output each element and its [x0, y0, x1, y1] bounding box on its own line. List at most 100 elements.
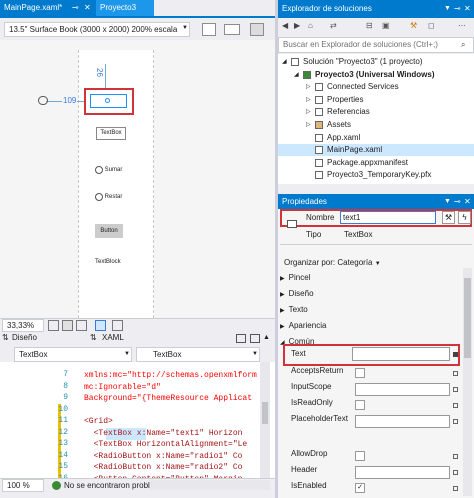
property-marker-icon[interactable]	[453, 470, 458, 475]
snap-grid-icon[interactable]	[76, 320, 87, 331]
checkbox[interactable]	[355, 368, 365, 378]
property-marker-icon[interactable]	[453, 371, 458, 376]
zoom-combo[interactable]: 33,33%	[2, 319, 44, 332]
checkbox[interactable]	[355, 400, 365, 410]
show-all-icon[interactable]: ▣	[382, 21, 390, 30]
code-line[interactable]: <TextBox x:Name="text1" Horizon	[84, 427, 243, 440]
tree-item[interactable]: ▷ Referencias	[278, 106, 474, 118]
code-line[interactable]: mc:Ignorable="d"	[84, 382, 161, 394]
arrange-by-dropdown[interactable]: Organizar por: Categoría ▼	[284, 258, 381, 267]
swap-panes-icon[interactable]: ⇅	[90, 333, 97, 342]
canvas-radio-sumar[interactable]: Sumar	[95, 166, 122, 174]
element-member-combo[interactable]: TextBox	[136, 347, 260, 362]
collapsed-arrow-icon[interactable]: ▷	[306, 94, 311, 106]
property-input[interactable]	[355, 415, 450, 428]
pin-icon[interactable]: ⊸	[454, 0, 461, 18]
properties-scrollbar[interactable]	[463, 268, 472, 496]
device-preview-icon[interactable]	[112, 320, 123, 331]
chevron-down-icon[interactable]: ▼	[182, 25, 188, 31]
search-icon[interactable]: ⌕	[461, 38, 465, 52]
lightning-icon[interactable]: ϟ	[458, 211, 471, 224]
landscape-button[interactable]	[224, 24, 240, 35]
solution-search-box[interactable]: Buscar en Explorador de soluciones (Ctrl…	[278, 37, 474, 53]
tree-item[interactable]: App.xaml	[278, 132, 474, 144]
category-3[interactable]: ▶ Apariencia	[280, 318, 326, 334]
property-marker-icon[interactable]	[453, 387, 458, 392]
hscroll[interactable]	[150, 480, 270, 490]
chevron-down-icon[interactable]: ▼	[444, 194, 451, 209]
collapsed-arrow-icon[interactable]: ▷	[306, 81, 311, 93]
designer-canvas[interactable]: 26 109 TextBox Sumar Restar Button TextB…	[0, 40, 275, 318]
code-line[interactable]: <TextBox HorizontalAlignment="Le	[84, 439, 248, 451]
tree-item[interactable]: ◢ Proyecto3 (Universal Windows)	[278, 69, 474, 81]
more-icon[interactable]: ⋯	[458, 21, 466, 30]
snap-lines-icon[interactable]	[95, 320, 106, 331]
tree-item[interactable]: Proyecto3_TemporaryKey.pfx	[278, 169, 474, 181]
properties-icon[interactable]: ⚒	[410, 21, 417, 30]
selected-textbox[interactable]	[90, 94, 127, 108]
tree-item[interactable]: ▷ Connected Services	[278, 81, 474, 93]
chevron-down-icon[interactable]: ▼	[444, 0, 451, 18]
anchor-icon[interactable]	[38, 96, 48, 105]
split-horizontal-icon[interactable]	[236, 334, 246, 343]
property-marker-icon[interactable]	[453, 352, 458, 357]
code-line[interactable]: <RadioButton x:Name="radio1" Co	[84, 451, 243, 463]
expanded-arrow-icon[interactable]: ◢	[294, 69, 299, 81]
category-1[interactable]: ▶ Diseño	[280, 286, 314, 302]
property-marker-icon[interactable]	[453, 486, 458, 491]
property-marker-icon[interactable]	[453, 403, 458, 408]
chevron-down-icon[interactable]: ▼	[252, 351, 258, 357]
canvas-textbox[interactable]: TextBox	[96, 127, 126, 140]
swap-icon[interactable]: ⇅	[2, 333, 9, 342]
chevron-down-icon[interactable]: ▼	[124, 351, 130, 357]
category-0[interactable]: ▶ Pincel	[280, 270, 310, 286]
canvas-textblock[interactable]: TextBlock	[95, 259, 121, 265]
collapse-all-icon[interactable]: ⊟	[366, 21, 373, 30]
split-vertical-icon[interactable]	[250, 334, 260, 343]
category-2[interactable]: ▶ Texto	[280, 302, 308, 318]
resize-handle[interactable]	[105, 98, 110, 103]
scrollbar-thumb[interactable]	[464, 278, 471, 358]
close-icon[interactable]: ✕	[464, 0, 471, 18]
close-icon[interactable]: ✕	[84, 0, 91, 16]
collapsed-arrow-icon[interactable]: ▷	[306, 119, 311, 131]
collapse-pane-icon[interactable]: ▲	[263, 334, 270, 341]
tree-item[interactable]: MainPage.xaml	[278, 144, 474, 157]
preview-icon[interactable]: ◻	[428, 21, 435, 30]
scrollbar-thumb[interactable]	[262, 402, 268, 424]
close-icon[interactable]: ✕	[464, 194, 471, 209]
grid-icon[interactable]	[48, 320, 59, 331]
tree-item[interactable]: ▷ Properties	[278, 94, 474, 106]
checkbox[interactable]: ✓	[355, 483, 365, 493]
code-line[interactable]: Background="{ThemeResource Applicat	[84, 393, 252, 405]
vertical-scrollbar[interactable]	[260, 362, 270, 478]
canvas-radio-restar[interactable]: Restar	[95, 193, 122, 201]
pin-icon[interactable]: ⊸	[72, 0, 79, 16]
element-type-combo[interactable]: TextBox	[14, 347, 132, 362]
code-editor[interactable]: 7 xmlns:mc="http://schemas.openxmlform 8 mc…	[0, 362, 275, 478]
expanded-arrow-icon[interactable]: ◢	[282, 56, 287, 68]
back-icon[interactable]: ◀	[282, 21, 288, 30]
tree-item[interactable]: ▷ Assets	[278, 119, 474, 131]
tree-item[interactable]: ◢ Solución "Proyecto3" (1 proyecto)	[278, 56, 474, 68]
settings-icon[interactable]	[250, 23, 264, 36]
text-property-input[interactable]	[352, 347, 450, 361]
tab-proyecto3[interactable]: Proyecto3	[96, 0, 154, 16]
pin-icon[interactable]: ⊸	[454, 194, 461, 209]
property-marker-icon[interactable]	[453, 454, 458, 459]
tab-design[interactable]: Diseño	[12, 333, 37, 342]
device-combo[interactable]: 13.5" Surface Book (3000 x 2000) 200% es…	[4, 22, 190, 37]
property-marker-icon[interactable]	[453, 419, 458, 424]
tree-item[interactable]: Package.appxmanifest	[278, 157, 474, 169]
tab-xaml[interactable]: XAML	[102, 333, 124, 342]
property-input[interactable]	[355, 383, 450, 396]
property-input[interactable]	[355, 466, 450, 479]
canvas-button[interactable]: Button	[95, 224, 123, 238]
checkbox[interactable]	[355, 451, 365, 461]
editor-zoom-combo[interactable]: 100 %	[2, 479, 44, 492]
forward-icon[interactable]: ▶	[294, 21, 300, 30]
tab-mainpage-xaml[interactable]: MainPage.xaml* ⊸ ✕	[0, 0, 96, 16]
sync-icon[interactable]: ⇄	[330, 21, 337, 30]
home-icon[interactable]: ⌂	[308, 21, 313, 30]
code-line[interactable]: <RadioButton x:Name="radio2" Co	[84, 462, 243, 474]
